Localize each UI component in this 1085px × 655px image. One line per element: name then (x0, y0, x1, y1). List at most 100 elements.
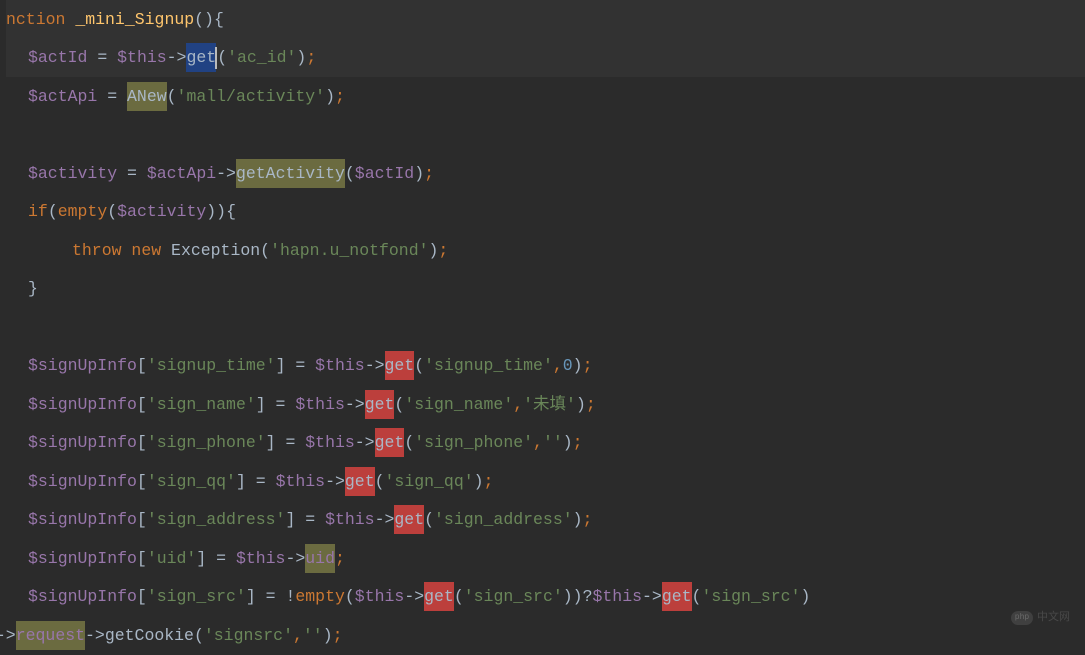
paren: ) (429, 237, 439, 264)
keyword-empty: empty (58, 198, 108, 225)
variable-this: $this (117, 44, 167, 71)
bracket-eq: ] = ! (246, 583, 296, 610)
arrow: -> (216, 160, 236, 187)
method-get-highlighted: get (365, 390, 395, 419)
code-editor[interactable]: nction _mini_Signup(){ $actId = $this->g… (0, 0, 1085, 655)
variable: $activity (117, 198, 206, 225)
string: 'sign_address' (434, 506, 573, 533)
operator: = (117, 160, 147, 187)
code-line-empty[interactable] (6, 116, 1085, 155)
code-line[interactable]: $actApi = ANew('mall/activity'); (6, 77, 1085, 116)
bracket-eq: ] = (276, 352, 316, 379)
php-logo-icon: php (1011, 611, 1033, 625)
variable: $actId (355, 160, 414, 187)
code-line[interactable]: $signUpInfo['signup_time'] = $this->get(… (6, 347, 1085, 386)
keyword: nction (6, 6, 65, 33)
array-key: 'uid' (147, 545, 197, 572)
paren: ) (573, 506, 583, 533)
arrow: -> (365, 352, 385, 379)
bracket: [ (137, 429, 147, 456)
variable-this: $this (593, 583, 643, 610)
function-anew: ANew (127, 82, 167, 111)
array-key: 'sign_qq' (147, 468, 236, 495)
paren: ( (217, 44, 227, 71)
code-line[interactable]: if(empty($activity)){ (6, 193, 1085, 232)
semicolon: ; (306, 44, 316, 71)
function-name: _mini_Signup (65, 6, 194, 33)
string: '未填' (523, 391, 576, 418)
arrow: -> (285, 545, 305, 572)
paren: ( (167, 83, 177, 110)
bracket-eq: ] = (285, 506, 325, 533)
variable-this: $this (295, 391, 345, 418)
string: 'hapn.u_notfond' (270, 237, 428, 264)
method-get-highlighted: get (385, 351, 415, 380)
variable: $actApi (147, 160, 216, 187)
method-get-highlighted: get (394, 505, 424, 534)
paren-brace: )){ (206, 198, 236, 225)
paren: ( (375, 468, 385, 495)
string: 'ac_id' (227, 44, 296, 71)
code-line[interactable]: $signUpInfo['sign_qq'] = $this->get('sig… (6, 462, 1085, 501)
class-exception: Exception( (171, 237, 270, 264)
semicolon: ; (586, 391, 596, 418)
arrow: -> (345, 391, 365, 418)
arrow: -> (167, 44, 187, 71)
paren: ( (345, 583, 355, 610)
string: 'signup_time' (424, 352, 553, 379)
code-line[interactable]: $signUpInfo['sign_name'] = $this->get('s… (6, 385, 1085, 424)
code-line[interactable]: throw new Exception('hapn.u_notfond'); (6, 231, 1085, 270)
semicolon: ; (335, 83, 345, 110)
variable: $signUpInfo (28, 429, 137, 456)
method-get-highlighted: get (345, 467, 375, 496)
comma: , (553, 352, 563, 379)
semicolon: ; (484, 468, 494, 495)
paren: ) (576, 391, 586, 418)
paren: ) (573, 352, 583, 379)
code-line[interactable]: $signUpInfo['sign_src'] = !empty($this->… (6, 578, 1085, 617)
code-line[interactable]: $activity = $actApi->getActivity($actId)… (6, 154, 1085, 193)
variable-this: $this (276, 468, 326, 495)
paren: ) (800, 583, 810, 610)
bracket: [ (137, 391, 147, 418)
code-line[interactable]: $actId = $this->get('ac_id'); (6, 39, 1085, 78)
variable-this: $this (325, 506, 375, 533)
code-line[interactable]: } (6, 270, 1085, 309)
variable-this: $this (355, 583, 405, 610)
paren: ) (325, 83, 335, 110)
variable-this: $this (236, 545, 286, 572)
code-line[interactable]: $signUpInfo['sign_address'] = $this->get… (6, 501, 1085, 540)
method-getactivity: getActivity (236, 159, 345, 188)
comma: , (533, 429, 543, 456)
paren: ( (394, 391, 404, 418)
paren: ( (48, 198, 58, 225)
comma: , (513, 391, 523, 418)
bracket: [ (137, 468, 147, 495)
semicolon: ; (573, 429, 583, 456)
code-line[interactable]: nction _mini_Signup(){ (6, 0, 1085, 39)
code-line[interactable]: $signUpInfo['sign_phone'] = $this->get('… (6, 424, 1085, 463)
bracket-eq: ] = (256, 391, 296, 418)
method-get-highlighted: get (662, 582, 692, 611)
string: '' (543, 429, 563, 456)
array-key: 'sign_name' (147, 391, 256, 418)
bracket: [ (137, 583, 147, 610)
arrow: -> (325, 468, 345, 495)
semicolon: ; (438, 237, 448, 264)
code-line[interactable]: s->request->getCookie('signsrc',''); (0, 616, 1085, 655)
semicolon: ; (583, 506, 593, 533)
keyword-throw: throw (72, 237, 122, 264)
code-line[interactable]: $signUpInfo['uid'] = $this->uid; (6, 539, 1085, 578)
paren: ( (107, 198, 117, 225)
space (161, 237, 171, 264)
paren: ( (345, 160, 355, 187)
method-get-selected: get (186, 43, 216, 72)
bracket-eq: ] = (266, 429, 306, 456)
array-key: 'sign_address' (147, 506, 286, 533)
variable: $signUpInfo (28, 468, 137, 495)
code-line-empty[interactable] (6, 308, 1085, 347)
paren: ( (404, 429, 414, 456)
variable: $signUpInfo (28, 545, 137, 572)
bracket: [ (137, 352, 147, 379)
variable: $signUpInfo (28, 506, 137, 533)
